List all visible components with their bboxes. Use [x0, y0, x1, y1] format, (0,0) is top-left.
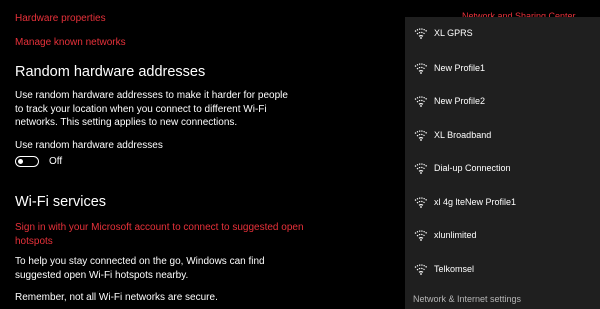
- network-name: xlunlimited: [434, 230, 477, 240]
- random-hardware-toggle[interactable]: [15, 156, 39, 167]
- wifi-services-description: To help you stay connected on the go, Wi…: [15, 256, 265, 281]
- hardware-properties-link[interactable]: Hardware properties: [15, 13, 106, 24]
- random-hardware-description: Use random hardware addresses to make it…: [15, 90, 288, 128]
- network-name: xl 4g lteNew Profile1: [434, 197, 517, 207]
- microsoft-signin-link[interactable]: Sign in with your Microsoft account to c…: [15, 221, 305, 248]
- wifi-icon: [414, 262, 428, 275]
- network-name: Dial-up Connection: [434, 163, 511, 173]
- network-item[interactable]: New Profile1: [405, 54, 600, 82]
- random-hardware-toggle-row: Off: [15, 156, 62, 167]
- wifi-icon: [414, 161, 428, 174]
- network-item[interactable]: XL GPRS: [405, 19, 600, 47]
- network-item[interactable]: New Profile2: [405, 87, 600, 115]
- network-internet-settings-link[interactable]: Network & Internet settings: [413, 294, 521, 304]
- toggle-knob: [18, 158, 23, 164]
- random-hardware-heading: Random hardware addresses: [15, 64, 206, 80]
- network-name: New Profile1: [434, 63, 486, 73]
- wifi-services-heading: Wi-Fi services: [15, 194, 107, 210]
- network-item[interactable]: xl 4g lteNew Profile1: [405, 188, 600, 216]
- wifi-icon: [414, 26, 428, 39]
- wifi-icon: [414, 94, 428, 107]
- network-name: XL GPRS: [434, 28, 473, 38]
- network-item[interactable]: XL Broadband: [405, 121, 600, 149]
- wifi-icon: [414, 228, 428, 241]
- network-name: XL Broadband: [434, 130, 492, 140]
- toggle-state-label: Off: [49, 156, 63, 167]
- network-name: Telkomsel: [434, 264, 475, 274]
- network-item[interactable]: xlunlimited: [405, 221, 600, 249]
- wifi-icon: [414, 128, 428, 141]
- wifi-icon: [414, 61, 428, 74]
- network-item[interactable]: Telkomsel: [405, 255, 600, 283]
- random-hardware-toggle-label: Use random hardware addresses: [15, 140, 163, 151]
- network-flyout: XL GPRS New Profile1 New Profile2 XL Broadb…: [405, 17, 600, 309]
- network-name: New Profile2: [434, 96, 486, 106]
- wifi-security-warning: Remember, not all Wi-Fi networks are sec…: [15, 292, 218, 303]
- manage-known-networks-link[interactable]: Manage known networks: [15, 37, 126, 48]
- wifi-icon: [414, 195, 428, 208]
- network-item[interactable]: Dial-up Connection: [405, 154, 600, 182]
